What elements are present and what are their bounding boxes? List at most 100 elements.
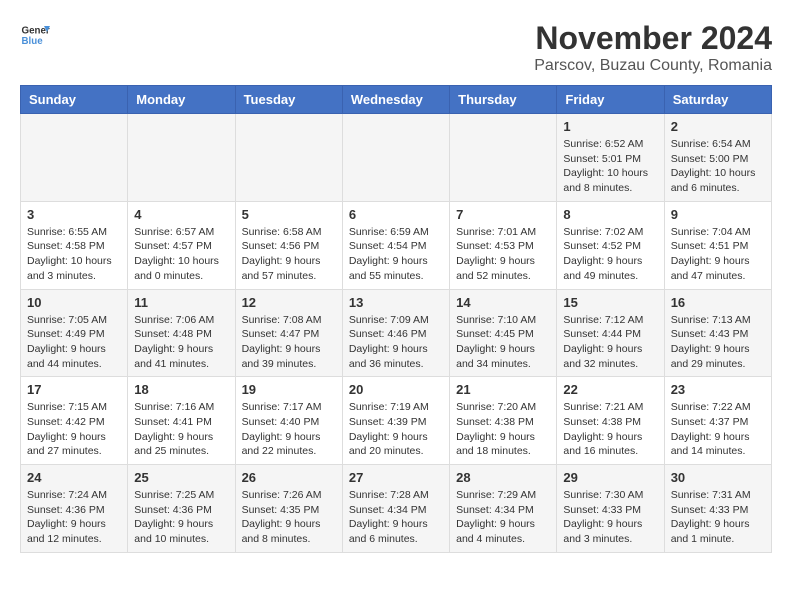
calendar-cell: 9 Sunrise: 7:04 AM Sunset: 4:51 PM Daylig… bbox=[664, 201, 771, 289]
day-info: Sunrise: 7:02 AM Sunset: 4:52 PM Dayligh… bbox=[563, 225, 657, 284]
calendar-cell: 12 Sunrise: 7:08 AM Sunset: 4:47 PM Dayli… bbox=[235, 289, 342, 377]
calendar-cell: 11 Sunrise: 7:06 AM Sunset: 4:48 PM Dayli… bbox=[128, 289, 235, 377]
calendar-cell: 19 Sunrise: 7:17 AM Sunset: 4:40 PM Dayli… bbox=[235, 377, 342, 465]
calendar-week-1: 1 Sunrise: 6:52 AM Sunset: 5:01 PM Daylig… bbox=[21, 114, 772, 202]
main-title: November 2024 bbox=[534, 20, 772, 57]
header: General Blue November 2024 Parscov, Buza… bbox=[20, 20, 772, 75]
day-info: Sunrise: 7:13 AM Sunset: 4:43 PM Dayligh… bbox=[671, 313, 765, 372]
day-info: Sunrise: 7:01 AM Sunset: 4:53 PM Dayligh… bbox=[456, 225, 550, 284]
day-info: Sunrise: 7:29 AM Sunset: 4:34 PM Dayligh… bbox=[456, 488, 550, 547]
day-number: 6 bbox=[349, 207, 443, 222]
subtitle: Parscov, Buzau County, Romania bbox=[534, 57, 772, 75]
day-number: 5 bbox=[242, 207, 336, 222]
calendar-cell: 8 Sunrise: 7:02 AM Sunset: 4:52 PM Daylig… bbox=[557, 201, 664, 289]
day-number: 29 bbox=[563, 470, 657, 485]
day-info: Sunrise: 7:06 AM Sunset: 4:48 PM Dayligh… bbox=[134, 313, 228, 372]
day-number: 15 bbox=[563, 295, 657, 310]
day-info: Sunrise: 7:30 AM Sunset: 4:33 PM Dayligh… bbox=[563, 488, 657, 547]
day-info: Sunrise: 7:20 AM Sunset: 4:38 PM Dayligh… bbox=[456, 400, 550, 459]
day-number: 16 bbox=[671, 295, 765, 310]
calendar-cell: 28 Sunrise: 7:29 AM Sunset: 4:34 PM Dayli… bbox=[450, 465, 557, 553]
day-number: 13 bbox=[349, 295, 443, 310]
day-info: Sunrise: 7:09 AM Sunset: 4:46 PM Dayligh… bbox=[349, 313, 443, 372]
calendar-week-3: 10Sunrise: 7:05 AM Sunset: 4:49 PM Dayli… bbox=[21, 289, 772, 377]
calendar-cell: 21 Sunrise: 7:20 AM Sunset: 4:38 PM Dayli… bbox=[450, 377, 557, 465]
calendar-cell: 7 Sunrise: 7:01 AM Sunset: 4:53 PM Daylig… bbox=[450, 201, 557, 289]
day-info: Sunrise: 7:25 AM Sunset: 4:36 PM Dayligh… bbox=[134, 488, 228, 547]
svg-text:Blue: Blue bbox=[22, 36, 44, 47]
calendar-cell: 2 Sunrise: 6:54 AM Sunset: 5:00 PM Daylig… bbox=[664, 114, 771, 202]
calendar-cell: 29 Sunrise: 7:30 AM Sunset: 4:33 PM Dayli… bbox=[557, 465, 664, 553]
day-info: Sunrise: 7:28 AM Sunset: 4:34 PM Dayligh… bbox=[349, 488, 443, 547]
calendar: SundayMondayTuesdayWednesdayThursdayFrid… bbox=[20, 85, 772, 553]
weekday-header-tuesday: Tuesday bbox=[235, 86, 342, 114]
calendar-cell: 17Sunrise: 7:15 AM Sunset: 4:42 PM Dayli… bbox=[21, 377, 128, 465]
day-info: Sunrise: 7:31 AM Sunset: 4:33 PM Dayligh… bbox=[671, 488, 765, 547]
weekday-header-thursday: Thursday bbox=[450, 86, 557, 114]
logo: General Blue bbox=[20, 20, 50, 50]
title-area: November 2024 Parscov, Buzau County, Rom… bbox=[534, 20, 772, 75]
calendar-cell: 24 Sunrise: 7:24 AM Sunset: 4:36 PM Dayli… bbox=[21, 465, 128, 553]
calendar-cell: 10Sunrise: 7:05 AM Sunset: 4:49 PM Dayli… bbox=[21, 289, 128, 377]
day-info: Sunrise: 7:08 AM Sunset: 4:47 PM Dayligh… bbox=[242, 313, 336, 372]
day-info: Sunrise: 7:12 AM Sunset: 4:44 PM Dayligh… bbox=[563, 313, 657, 372]
day-info: Sunrise: 6:57 AM Sunset: 4:57 PM Dayligh… bbox=[134, 225, 228, 284]
calendar-cell: 16 Sunrise: 7:13 AM Sunset: 4:43 PM Dayli… bbox=[664, 289, 771, 377]
day-info: Sunrise: 7:17 AM Sunset: 4:40 PM Dayligh… bbox=[242, 400, 336, 459]
day-info: Sunrise: 7:05 AM Sunset: 4:49 PM Dayligh… bbox=[27, 313, 121, 372]
calendar-week-5: 24 Sunrise: 7:24 AM Sunset: 4:36 PM Dayli… bbox=[21, 465, 772, 553]
day-number: 24 bbox=[27, 470, 121, 485]
calendar-cell bbox=[342, 114, 449, 202]
calendar-cell: 15 Sunrise: 7:12 AM Sunset: 4:44 PM Dayli… bbox=[557, 289, 664, 377]
day-info: Sunrise: 7:21 AM Sunset: 4:38 PM Dayligh… bbox=[563, 400, 657, 459]
day-number: 20 bbox=[349, 382, 443, 397]
day-info: Sunrise: 7:04 AM Sunset: 4:51 PM Dayligh… bbox=[671, 225, 765, 284]
calendar-week-2: 3 Sunrise: 6:55 AM Sunset: 4:58 PM Daylig… bbox=[21, 201, 772, 289]
day-info: Sunrise: 7:19 AM Sunset: 4:39 PM Dayligh… bbox=[349, 400, 443, 459]
calendar-cell bbox=[128, 114, 235, 202]
weekday-header-saturday: Saturday bbox=[664, 86, 771, 114]
calendar-cell: 5 Sunrise: 6:58 AM Sunset: 4:56 PM Daylig… bbox=[235, 201, 342, 289]
calendar-cell bbox=[235, 114, 342, 202]
day-number: 11 bbox=[134, 295, 228, 310]
day-info: Sunrise: 6:54 AM Sunset: 5:00 PM Dayligh… bbox=[671, 137, 765, 196]
day-number: 7 bbox=[456, 207, 550, 222]
calendar-cell: 3 Sunrise: 6:55 AM Sunset: 4:58 PM Daylig… bbox=[21, 201, 128, 289]
day-info: Sunrise: 7:10 AM Sunset: 4:45 PM Dayligh… bbox=[456, 313, 550, 372]
day-info: Sunrise: 7:15 AM Sunset: 4:42 PM Dayligh… bbox=[27, 400, 121, 459]
day-number: 9 bbox=[671, 207, 765, 222]
day-info: Sunrise: 7:16 AM Sunset: 4:41 PM Dayligh… bbox=[134, 400, 228, 459]
day-info: Sunrise: 6:58 AM Sunset: 4:56 PM Dayligh… bbox=[242, 225, 336, 284]
day-number: 1 bbox=[563, 119, 657, 134]
weekday-header-friday: Friday bbox=[557, 86, 664, 114]
day-info: Sunrise: 7:24 AM Sunset: 4:36 PM Dayligh… bbox=[27, 488, 121, 547]
day-number: 26 bbox=[242, 470, 336, 485]
day-number: 28 bbox=[456, 470, 550, 485]
calendar-cell: 4 Sunrise: 6:57 AM Sunset: 4:57 PM Daylig… bbox=[128, 201, 235, 289]
day-number: 19 bbox=[242, 382, 336, 397]
weekday-header-monday: Monday bbox=[128, 86, 235, 114]
calendar-cell: 25 Sunrise: 7:25 AM Sunset: 4:36 PM Dayli… bbox=[128, 465, 235, 553]
calendar-header-row: SundayMondayTuesdayWednesdayThursdayFrid… bbox=[21, 86, 772, 114]
calendar-cell: 6 Sunrise: 6:59 AM Sunset: 4:54 PM Daylig… bbox=[342, 201, 449, 289]
day-number: 3 bbox=[27, 207, 121, 222]
day-number: 12 bbox=[242, 295, 336, 310]
day-number: 8 bbox=[563, 207, 657, 222]
calendar-cell: 22Sunrise: 7:21 AM Sunset: 4:38 PM Dayli… bbox=[557, 377, 664, 465]
day-info: Sunrise: 7:26 AM Sunset: 4:35 PM Dayligh… bbox=[242, 488, 336, 547]
day-info: Sunrise: 6:52 AM Sunset: 5:01 PM Dayligh… bbox=[563, 137, 657, 196]
day-number: 2 bbox=[671, 119, 765, 134]
calendar-cell: 23Sunrise: 7:22 AM Sunset: 4:37 PM Dayli… bbox=[664, 377, 771, 465]
day-number: 21 bbox=[456, 382, 550, 397]
day-number: 25 bbox=[134, 470, 228, 485]
day-number: 23 bbox=[671, 382, 765, 397]
day-info: Sunrise: 6:55 AM Sunset: 4:58 PM Dayligh… bbox=[27, 225, 121, 284]
day-number: 30 bbox=[671, 470, 765, 485]
day-number: 14 bbox=[456, 295, 550, 310]
calendar-cell: 26 Sunrise: 7:26 AM Sunset: 4:35 PM Dayli… bbox=[235, 465, 342, 553]
day-info: Sunrise: 6:59 AM Sunset: 4:54 PM Dayligh… bbox=[349, 225, 443, 284]
calendar-cell: 14 Sunrise: 7:10 AM Sunset: 4:45 PM Dayli… bbox=[450, 289, 557, 377]
weekday-header-wednesday: Wednesday bbox=[342, 86, 449, 114]
day-number: 4 bbox=[134, 207, 228, 222]
day-number: 18 bbox=[134, 382, 228, 397]
